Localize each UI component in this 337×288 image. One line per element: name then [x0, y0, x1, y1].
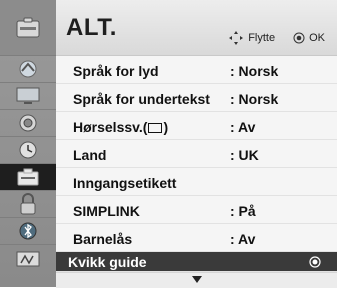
- menu-header: ALT. Flytte OK: [56, 0, 337, 56]
- menu-item-country[interactable]: Land : UK: [56, 140, 337, 168]
- picture-icon: [16, 87, 40, 104]
- menu-item-label: Språk for lyd: [73, 63, 159, 79]
- menu-item-label-group: Hørselssv.(): [73, 119, 168, 135]
- menu-item-simplink[interactable]: SIMPLINK : På: [56, 196, 337, 224]
- sidebar-item-input[interactable]: [0, 244, 56, 287]
- menu-item-label: SIMPLINK: [73, 203, 140, 219]
- ok-select-icon: [309, 256, 321, 268]
- menu-item-input-label[interactable]: Inngangsetikett: [56, 168, 337, 196]
- option-icon: [17, 168, 39, 186]
- key-hints: Flytte OK: [228, 30, 325, 46]
- menu-item-value: : På: [230, 203, 256, 219]
- menu-item-label: Land: [73, 147, 107, 163]
- menu-item-label: Kvikk guide: [68, 254, 147, 270]
- sidebar-item-setup[interactable]: [0, 55, 56, 82]
- scroll-down-arrow-icon[interactable]: [192, 276, 202, 284]
- ok-button-icon: [293, 32, 305, 44]
- option-menu-panel: ALT. Flytte OK Språk for lyd : Norsk Spr…: [56, 0, 337, 288]
- menu-item-label: Barnelås: [73, 231, 133, 247]
- sidebar-item-picture[interactable]: [0, 82, 56, 109]
- sidebar-item-audio[interactable]: [0, 109, 56, 136]
- menu-item-hearing-impaired[interactable]: Hørselssv.() : Av: [56, 112, 337, 140]
- menu-item-value: : Norsk: [230, 91, 279, 107]
- menu-item-label: Hørselssv.(: [73, 119, 148, 135]
- menu-item-child-lock[interactable]: Barnelås : Av: [56, 224, 337, 252]
- scroll-footer: [56, 272, 337, 288]
- menu-item-value: : Av: [230, 119, 256, 135]
- menu-item-subtitle-language[interactable]: Språk for undertekst : Norsk: [56, 84, 337, 112]
- move-hint-label: Flytte: [248, 32, 276, 44]
- sidebar-item-lock[interactable]: [0, 190, 56, 217]
- sidebar-header-option-icon: [0, 0, 56, 55]
- audio-icon: [19, 114, 37, 132]
- menu-item-value: : Norsk: [230, 63, 279, 79]
- menu-item-audio-language[interactable]: Språk for lyd : Norsk: [56, 56, 337, 84]
- sidebar-item-option[interactable]: [0, 163, 56, 190]
- move-arrows-icon: [229, 31, 244, 45]
- menu-item-value: : Av: [230, 231, 256, 247]
- ok-hint-label: OK: [309, 32, 325, 44]
- sidebar-item-network[interactable]: [0, 217, 56, 244]
- menu-item-value: : UK: [230, 147, 259, 163]
- lock-icon: [20, 193, 36, 215]
- sidebar-item-time[interactable]: [0, 136, 56, 163]
- category-sidebar: [0, 0, 56, 287]
- time-icon: [19, 141, 37, 159]
- osd-menu-window: ALT. Flytte OK Språk for lyd : Norsk Spr…: [0, 0, 337, 288]
- option-list: Språk for lyd : Norsk Språk for undertek…: [56, 56, 337, 272]
- setup-icon: [19, 60, 37, 78]
- network-icon: [19, 222, 37, 240]
- menu-item-label-suffix: ): [163, 119, 169, 135]
- menu-item-label: Inngangsetikett: [73, 175, 177, 191]
- menu-item-label: Språk for undertekst: [73, 91, 210, 107]
- input-icon: [16, 251, 40, 267]
- page-title: ALT.: [66, 14, 117, 41]
- menu-item-quick-guide-selected[interactable]: Kvikk guide: [56, 252, 337, 272]
- subtitle-icon: [148, 123, 163, 133]
